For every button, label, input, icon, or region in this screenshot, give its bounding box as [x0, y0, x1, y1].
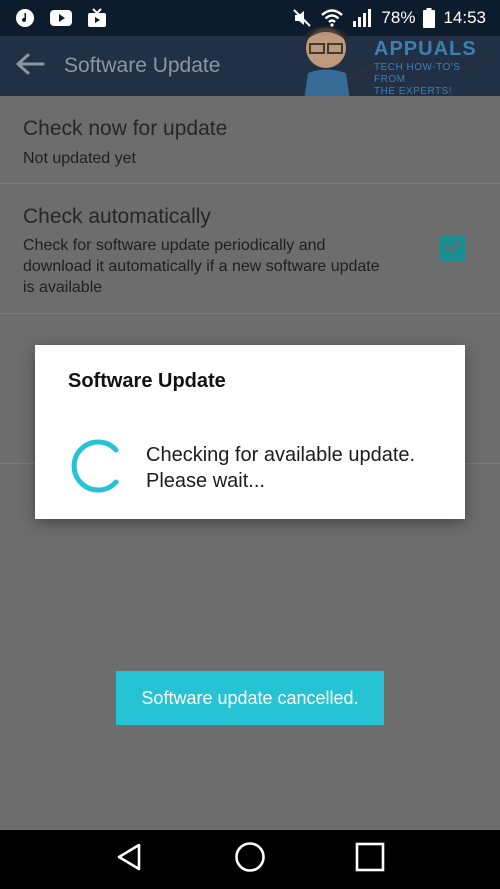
clock: 14:53 [443, 8, 486, 27]
page-title: Software Update [64, 54, 221, 77]
nav-back-button[interactable] [105, 835, 155, 885]
tv-icon [86, 7, 108, 29]
back-button[interactable] [0, 36, 60, 96]
auto-check-checkbox[interactable] [440, 236, 465, 261]
battery-percent: 78% [381, 8, 416, 27]
setting-check-now[interactable]: Check now for update Not updated yet [0, 96, 500, 184]
triangle-back-icon [115, 842, 145, 877]
toast-message: Software update cancelled. [116, 671, 384, 725]
app-bar: Software Update [0, 36, 500, 96]
setting-subtitle: Not updated yet [23, 150, 136, 167]
wifi-icon [321, 7, 344, 29]
nav-recents-button[interactable] [345, 835, 395, 885]
square-recents-icon [355, 842, 385, 877]
status-bar: 78% 14:53 [0, 0, 500, 36]
navigation-bar [0, 830, 500, 889]
dialog-title: Software Update [68, 370, 226, 392]
setting-check-auto[interactable]: Check automatically Check for software u… [0, 184, 500, 314]
setting-subtitle: Check for software update periodically a… [23, 237, 380, 296]
mute-icon [291, 7, 313, 29]
dialog-message: Checking for available update. Please wa… [146, 444, 416, 492]
nav-home-button[interactable] [225, 835, 275, 885]
music-icon [14, 7, 36, 29]
battery-icon [423, 7, 436, 29]
circle-home-icon [234, 841, 266, 878]
progress-dialog: Software Update Checking for available u… [35, 345, 465, 519]
setting-title: Check automatically [23, 205, 211, 228]
checkmark-icon [444, 237, 462, 260]
arrow-left-icon [15, 52, 45, 81]
youtube-icon [50, 7, 72, 29]
loading-spinner-icon [68, 437, 126, 495]
signal-icon [351, 7, 373, 29]
setting-title: Check now for update [23, 117, 228, 140]
